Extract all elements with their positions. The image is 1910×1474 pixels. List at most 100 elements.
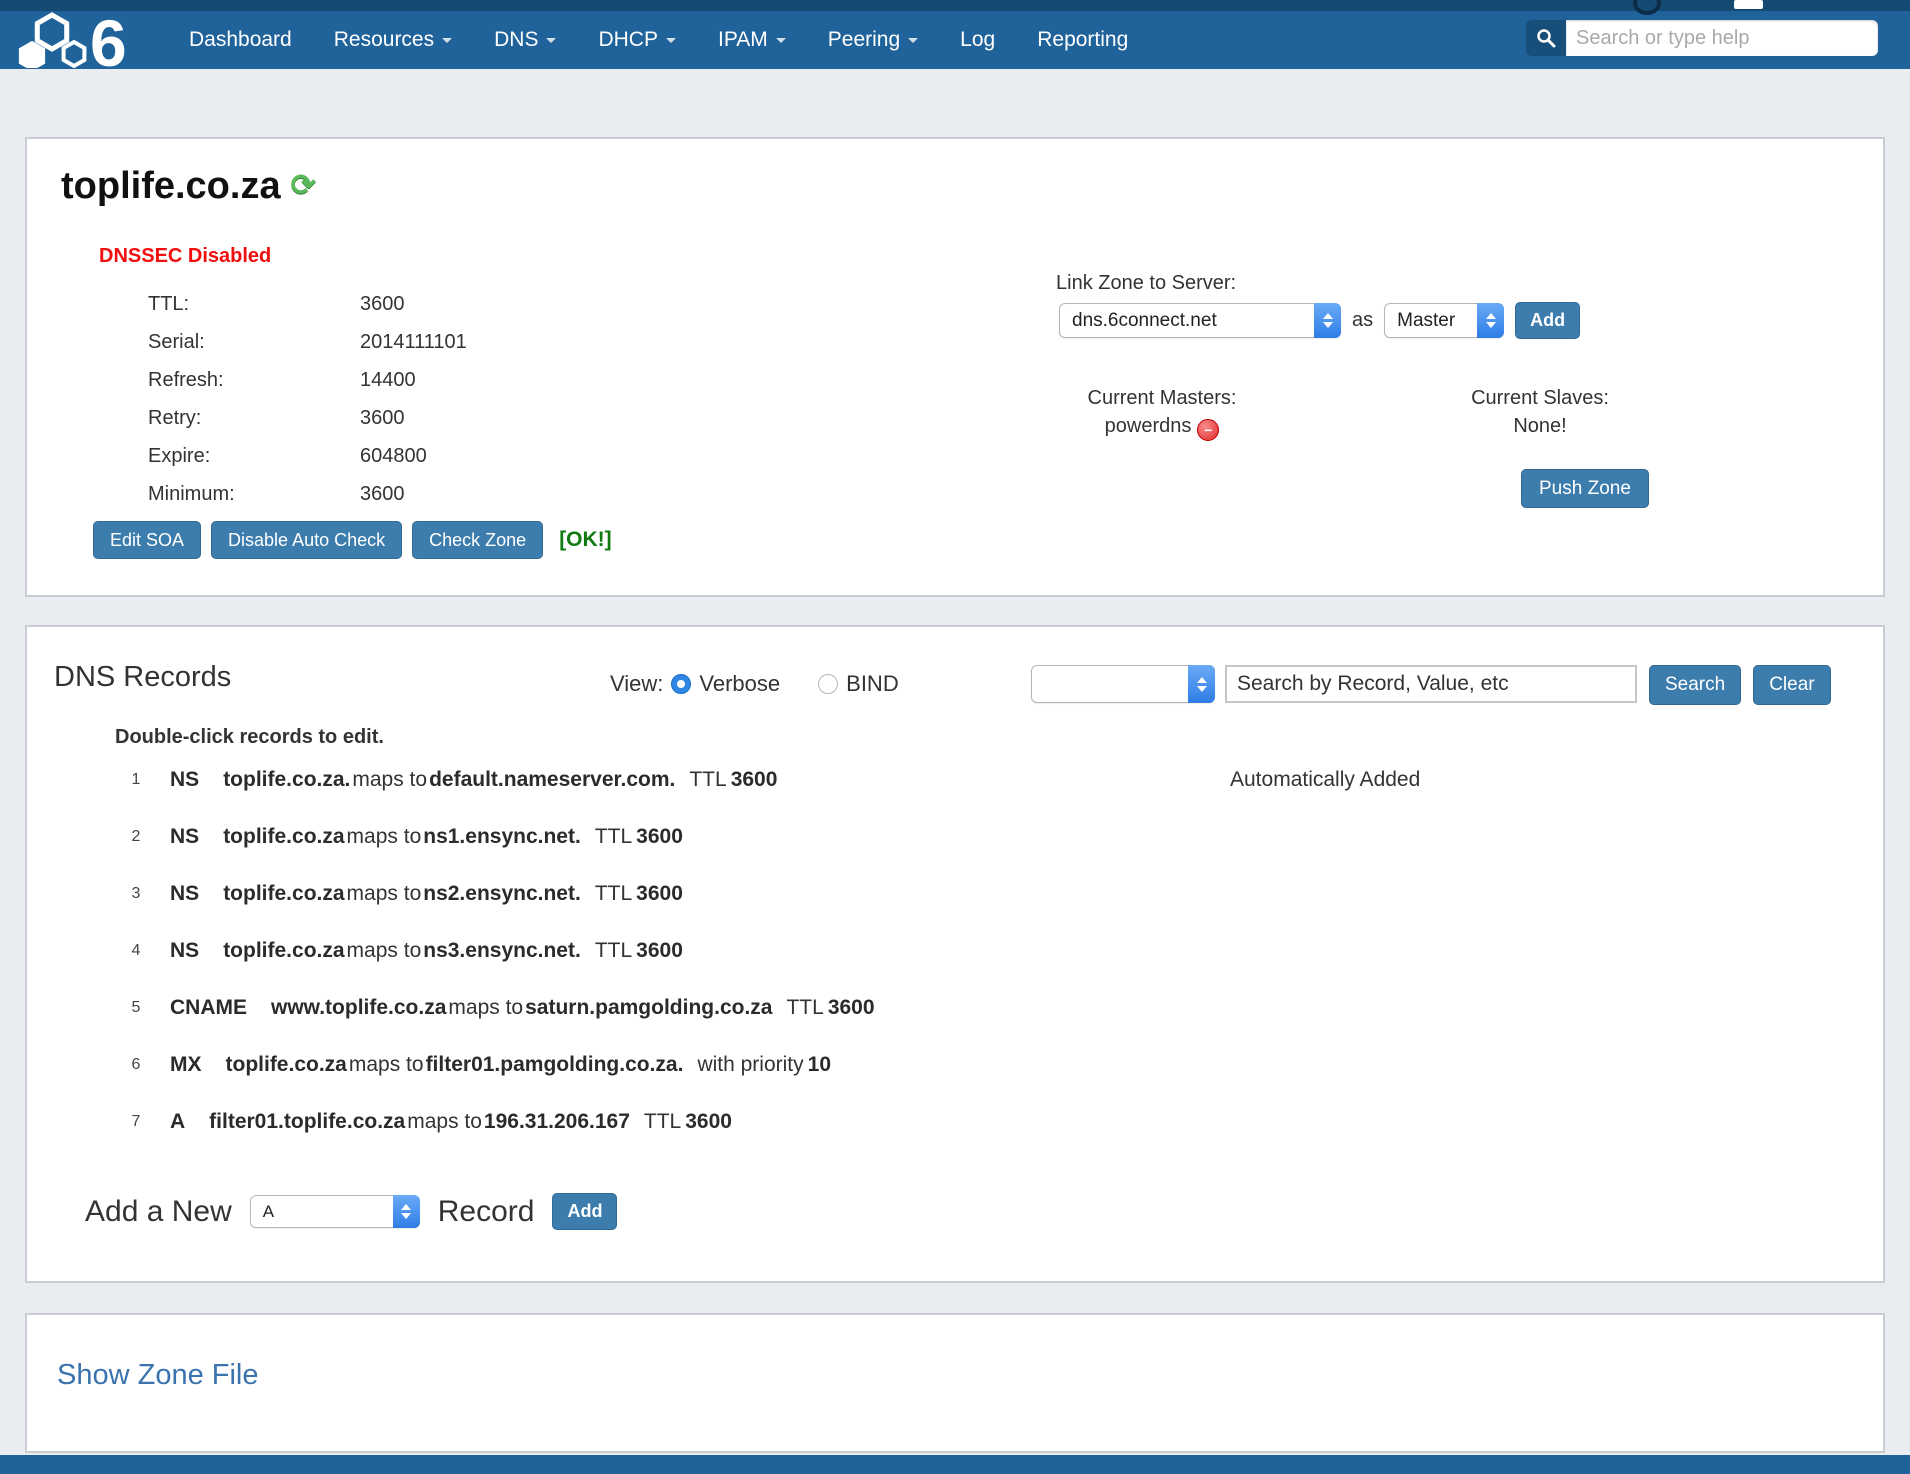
record-number: 5 xyxy=(123,999,149,1017)
nav-item-log[interactable]: Log xyxy=(960,28,995,52)
nav-item-dns[interactable]: DNS xyxy=(494,28,556,52)
remove-master-icon[interactable]: − xyxy=(1197,419,1219,441)
nav-item-dashboard[interactable]: Dashboard xyxy=(189,28,292,52)
record-connector: maps to xyxy=(347,882,422,906)
dns-records-title: DNS Records xyxy=(54,661,231,694)
nav-label: Dashboard xyxy=(189,28,292,52)
current-masters-value: powerdns xyxy=(1105,415,1192,437)
dns-record-row[interactable]: 5CNAMEwww.toplife.co.zamaps tosaturn.pam… xyxy=(27,979,1883,1036)
nav-item-ipam[interactable]: IPAM xyxy=(718,28,786,52)
record-number: 3 xyxy=(123,885,149,903)
record-ttl-label: TTL xyxy=(595,882,632,906)
record-number: 1 xyxy=(123,771,149,789)
record-value: ns3.ensync.net. xyxy=(423,939,581,963)
soa-value: 14400 xyxy=(360,369,416,392)
current-slaves-label: Current Slaves: xyxy=(1415,384,1665,412)
soa-label: Minimum: xyxy=(148,483,360,506)
record-value: ns2.ensync.net. xyxy=(423,882,581,906)
browser-artifact-rect xyxy=(1734,0,1763,9)
zone-file-panel: Show Zone File xyxy=(25,1313,1885,1453)
check-status: [OK!] xyxy=(559,528,611,552)
record-type-filter[interactable] xyxy=(1031,665,1215,703)
records-search-input[interactable] xyxy=(1225,665,1637,703)
record-host: toplife.co.za xyxy=(223,939,344,963)
soa-label: Retry: xyxy=(148,407,360,430)
add-record-button[interactable]: Add xyxy=(552,1193,617,1230)
record-type: MX xyxy=(170,1053,202,1077)
record-type: NS xyxy=(170,939,199,963)
view-toggle: View: Verbose BIND xyxy=(610,669,899,699)
push-zone-button[interactable]: Push Zone xyxy=(1521,469,1649,508)
dns-record-row[interactable]: 4NStoplife.co.zamaps tons3.ensync.net.TT… xyxy=(27,922,1883,979)
record-value: filter01.pamgolding.co.za. xyxy=(426,1053,684,1077)
soa-label: Refresh: xyxy=(148,369,360,392)
role-select[interactable]: Master xyxy=(1384,303,1504,338)
role-select-value: Master xyxy=(1397,310,1455,332)
link-add-button[interactable]: Add xyxy=(1515,302,1580,339)
record-connector: maps to xyxy=(347,825,422,849)
nav-label: Log xyxy=(960,28,995,52)
nav-item-peering[interactable]: Peering xyxy=(828,28,918,52)
chevron-down-icon xyxy=(546,38,556,43)
dns-record-row[interactable]: 7Afilter01.toplife.co.zamaps to196.31.20… xyxy=(27,1093,1883,1150)
chevron-down-icon xyxy=(776,38,786,43)
record-host: filter01.toplife.co.za xyxy=(209,1110,405,1134)
search-icon[interactable] xyxy=(1526,20,1566,56)
bind-label: BIND xyxy=(846,671,899,697)
record-connector: maps to xyxy=(352,768,427,792)
record-type: CNAME xyxy=(170,996,247,1020)
dns-record-row[interactable]: 3NStoplife.co.zamaps tons2.ensync.net.TT… xyxy=(27,865,1883,922)
svg-text:6: 6 xyxy=(90,8,127,68)
record-word-label: Record xyxy=(438,1195,535,1229)
refresh-icon[interactable]: ⟳ xyxy=(291,168,316,203)
dns-record-row[interactable]: 1NStoplife.co.za.maps todefault.nameserv… xyxy=(27,751,1883,808)
record-number: 4 xyxy=(123,942,149,960)
record-ttl-value: 3600 xyxy=(731,768,778,792)
dns-record-row[interactable]: 6MXtoplife.co.zamaps tofilter01.pamgoldi… xyxy=(27,1036,1883,1093)
zone-panel: toplife.co.za⟳ DNSSEC Disabled TTL:3600 … xyxy=(25,137,1885,597)
main-menu: Dashboard Resources DNS DHCP IPAM Peerin… xyxy=(189,11,1128,69)
disable-auto-check-button[interactable]: Disable Auto Check xyxy=(211,521,402,559)
select-stepper-icon xyxy=(1477,303,1504,338)
search-input[interactable] xyxy=(1566,20,1878,56)
dns-records-panel: DNS Records View: Verbose BIND Search Cl… xyxy=(25,625,1885,1283)
record-value: default.nameserver.com. xyxy=(429,768,675,792)
show-zone-file-link[interactable]: Show Zone File xyxy=(57,1359,259,1392)
edit-soa-button[interactable]: Edit SOA xyxy=(93,521,201,559)
records-search-actions: Search Clear xyxy=(1649,665,1831,705)
records-hint: Double-click records to edit. xyxy=(115,726,384,749)
nav-item-resources[interactable]: Resources xyxy=(334,28,452,52)
record-connector: maps to xyxy=(407,1110,482,1134)
6connect-logo[interactable]: 6 xyxy=(8,8,173,68)
record-connector: maps to xyxy=(349,1053,424,1077)
footer-bar xyxy=(0,1455,1910,1474)
nav-item-reporting[interactable]: Reporting xyxy=(1037,28,1128,52)
verbose-label: Verbose xyxy=(699,671,780,697)
soa-row-ttl: TTL:3600 xyxy=(148,285,467,323)
dns-record-row[interactable]: 2NStoplife.co.zamaps tons1.ensync.net.TT… xyxy=(27,808,1883,865)
record-number: 2 xyxy=(123,828,149,846)
select-stepper-icon xyxy=(393,1195,420,1228)
verbose-radio[interactable] xyxy=(671,674,691,694)
clear-button[interactable]: Clear xyxy=(1753,665,1830,705)
record-ttl-value: 3600 xyxy=(636,939,683,963)
add-record-type-value: A xyxy=(263,1202,274,1222)
record-type: NS xyxy=(170,882,199,906)
soa-value: 604800 xyxy=(360,445,427,468)
record-ttl-label: TTL xyxy=(786,996,823,1020)
select-stepper-icon xyxy=(1314,303,1341,338)
server-select[interactable]: dns.6connect.net xyxy=(1059,303,1341,338)
check-zone-button[interactable]: Check Zone xyxy=(412,521,543,559)
record-connector: maps to xyxy=(347,939,422,963)
record-host: toplife.co.za xyxy=(223,825,344,849)
bind-radio[interactable] xyxy=(818,674,838,694)
search-button[interactable]: Search xyxy=(1649,665,1741,705)
add-new-label: Add a New xyxy=(85,1195,232,1229)
record-number: 7 xyxy=(123,1113,149,1131)
nav-item-dhcp[interactable]: DHCP xyxy=(598,28,676,52)
add-record-type-select[interactable]: A xyxy=(250,1195,420,1228)
chevron-down-icon xyxy=(908,38,918,43)
record-priority-value: 10 xyxy=(808,1053,831,1077)
soa-row-expire: Expire:604800 xyxy=(148,437,467,475)
soa-details: TTL:3600 Serial:2014111101 Refresh:14400… xyxy=(148,285,467,513)
